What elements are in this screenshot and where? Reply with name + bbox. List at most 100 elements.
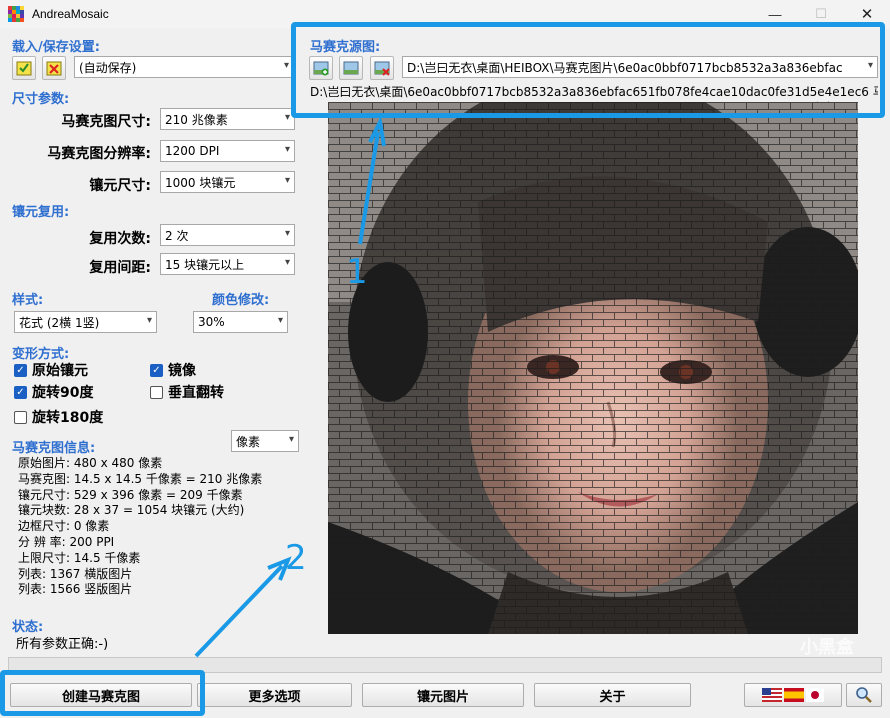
language-button[interactable]: [744, 683, 842, 707]
info-line-original: 原始图片: 480 x 480 像素: [18, 456, 163, 470]
mosaic-preview-image: [328, 102, 858, 634]
color-change-title: 颜色修改:: [212, 293, 270, 308]
reuse-count-select[interactable]: 2 次 ▾: [160, 224, 295, 246]
reuse-distance-label: 复用间距:: [89, 260, 151, 276]
about-button[interactable]: 关于: [534, 683, 691, 707]
source-full-path: D:\岂曰无衣\桌面\6e0ac0bbf0717bcb8532a3a836ebf…: [310, 85, 878, 99]
add-image-button[interactable]: [309, 56, 333, 80]
watermark-text: 小黑盒: [800, 637, 854, 658]
create-mosaic-button[interactable]: 创建马赛克图: [10, 683, 192, 707]
info-line-portrait: 列表: 1566 竖版图片: [18, 582, 133, 597]
size-params-title: 尺寸参数:: [12, 92, 70, 107]
us-flag-icon: [762, 688, 782, 702]
info-line-tile-size: 镶元尺寸: 529 x 396 像素 = 209 千像素: [18, 487, 243, 502]
chevron-down-icon: ▾: [277, 315, 283, 326]
remove-image-button[interactable]: [370, 56, 394, 80]
title-bar: AndreaMosaic — ☐ ✕: [0, 0, 890, 28]
checkbox-original-tile[interactable]: ✓ 原始镶元: [14, 360, 88, 380]
color-change-select[interactable]: 30% ▾: [193, 311, 288, 333]
progress-bar: [8, 657, 882, 673]
unit-value: 像素: [236, 434, 261, 449]
checkbox-original-tile-label: 原始镶元: [32, 363, 88, 379]
mosaic-size-value: 210 兆像素: [165, 112, 228, 127]
chevron-down-icon: ▾: [146, 315, 152, 326]
mosaic-info-list: 原始图片: 480 x 480 像素 马赛克图: 14.5 x 14.5 千像素…: [18, 456, 262, 598]
checkbox-mirror[interactable]: ✓ 镜像: [150, 360, 196, 380]
checkbox-original-tile-box: ✓: [14, 363, 27, 377]
source-title: 马赛克源图:: [310, 40, 381, 55]
remove-image-icon: [374, 61, 390, 76]
resolution-select[interactable]: 1200 DPI ▾: [160, 140, 295, 162]
checkbox-rotate-90-label: 旋转90度: [32, 385, 94, 401]
magnifier-icon: [856, 687, 872, 703]
chevron-down-icon: ▾: [284, 228, 290, 239]
add-image-icon: [313, 61, 329, 76]
chevron-down-icon: ▾: [284, 112, 290, 123]
chevron-down-icon: ▾: [867, 60, 873, 71]
checkbox-vertical-flip-label: 垂直翻转: [168, 385, 224, 401]
delete-preset-icon: [46, 61, 62, 76]
checkbox-rotate-90[interactable]: ✓ 旋转90度: [14, 382, 93, 402]
checkbox-rotate-180[interactable]: 旋转180度: [14, 407, 103, 427]
checkbox-rotate-90-box: ✓: [14, 385, 27, 399]
maximize-button[interactable]: ☐: [798, 0, 844, 28]
app-logo-icon: [8, 6, 24, 22]
preset-select-value: (自动保存): [79, 60, 137, 75]
checkbox-rotate-180-label: 旋转180度: [32, 410, 104, 426]
mosaic-info-title: 马赛克图信息:: [12, 441, 96, 456]
spain-flag-icon: [784, 688, 804, 702]
tile-size-select[interactable]: 1000 块镶元 ▾: [160, 171, 295, 193]
delete-preset-button[interactable]: [42, 56, 66, 80]
color-change-value: 30%: [198, 315, 225, 329]
resolution-value: 1200 DPI: [165, 144, 220, 158]
info-line-resolution: 分 辨 率: 200 PPI: [18, 534, 115, 549]
info-line-mosaic: 马赛克图: 14.5 x 14.5 千像素 = 210 兆像素: [18, 471, 263, 486]
arrow-1-label: 1: [346, 252, 368, 292]
more-options-button[interactable]: 更多选项: [197, 683, 352, 707]
info-line-border: 边框尺寸: 0 像素: [18, 519, 110, 534]
mosaic-portrait: [328, 102, 858, 634]
chevron-down-icon: ▾: [284, 175, 290, 186]
info-line-tile-count: 镶元块数: 28 x 37 = 1054 块镶元 (大约): [18, 503, 245, 518]
checkbox-rotate-180-box: [14, 410, 27, 424]
checkbox-mirror-label: 镜像: [168, 363, 196, 379]
info-line-landscape: 列表: 1367 横版图片: [18, 566, 133, 581]
minimize-button[interactable]: —: [752, 0, 798, 28]
checkbox-mirror-box: ✓: [150, 363, 163, 377]
window-title: AndreaMosaic: [32, 7, 109, 21]
close-button[interactable]: ✕: [844, 0, 890, 28]
chevron-down-icon: ▾: [284, 144, 290, 155]
load-preset-icon: [16, 61, 32, 76]
info-line-limit: 上限尺寸: 14.5 千像素: [18, 550, 141, 565]
resolution-label: 马赛克图分辨率:: [47, 146, 151, 162]
chevron-down-icon: ▾: [284, 257, 290, 268]
reuse-count-value: 2 次: [165, 228, 189, 243]
load-preset-button[interactable]: [12, 56, 36, 80]
japan-flag-icon: [806, 688, 824, 702]
arrow-2-label: 2: [285, 538, 307, 578]
style-select[interactable]: 花式 (2横 1竖) ▾: [14, 311, 157, 333]
chevron-down-icon: ▾: [283, 60, 289, 71]
zoom-button[interactable]: [846, 683, 882, 707]
chevron-down-icon: ▾: [288, 434, 294, 445]
mosaic-size-select[interactable]: 210 兆像素 ▾: [160, 108, 295, 130]
tile-reuse-title: 镶元复用:: [12, 205, 70, 220]
source-path-select[interactable]: D:\岂曰无衣\桌面\HEIBOX\马赛克图片\6e0ac0bbf0717bcb…: [402, 56, 878, 78]
tile-size-label: 镶元尺寸:: [89, 178, 151, 194]
unit-select[interactable]: 像素 ▾: [231, 430, 299, 452]
style-title: 样式:: [12, 293, 44, 308]
mosaic-size-label: 马赛克图尺寸:: [61, 114, 151, 130]
checkbox-vertical-flip[interactable]: 垂直翻转: [150, 382, 224, 402]
style-value: 花式 (2横 1竖): [19, 315, 100, 330]
checkbox-vertical-flip-box: [150, 385, 163, 399]
tile-size-value: 1000 块镶元: [165, 175, 236, 190]
reuse-count-label: 复用次数:: [89, 231, 151, 247]
tile-images-button[interactable]: 镶元图片: [362, 683, 524, 707]
status-message: 所有参数正确:-): [16, 637, 109, 652]
image-preview-button[interactable]: [339, 56, 363, 80]
preset-select[interactable]: (自动保存) ▾: [74, 56, 294, 78]
reuse-distance-select[interactable]: 15 块镶元以上 ▾: [160, 253, 295, 275]
load-save-title: 载入/保存设置:: [12, 40, 100, 55]
source-path-value: D:\岂曰无衣\桌面\HEIBOX\马赛克图片\6e0ac0bbf0717bcb…: [407, 60, 843, 75]
reuse-distance-value: 15 块镶元以上: [165, 257, 245, 272]
